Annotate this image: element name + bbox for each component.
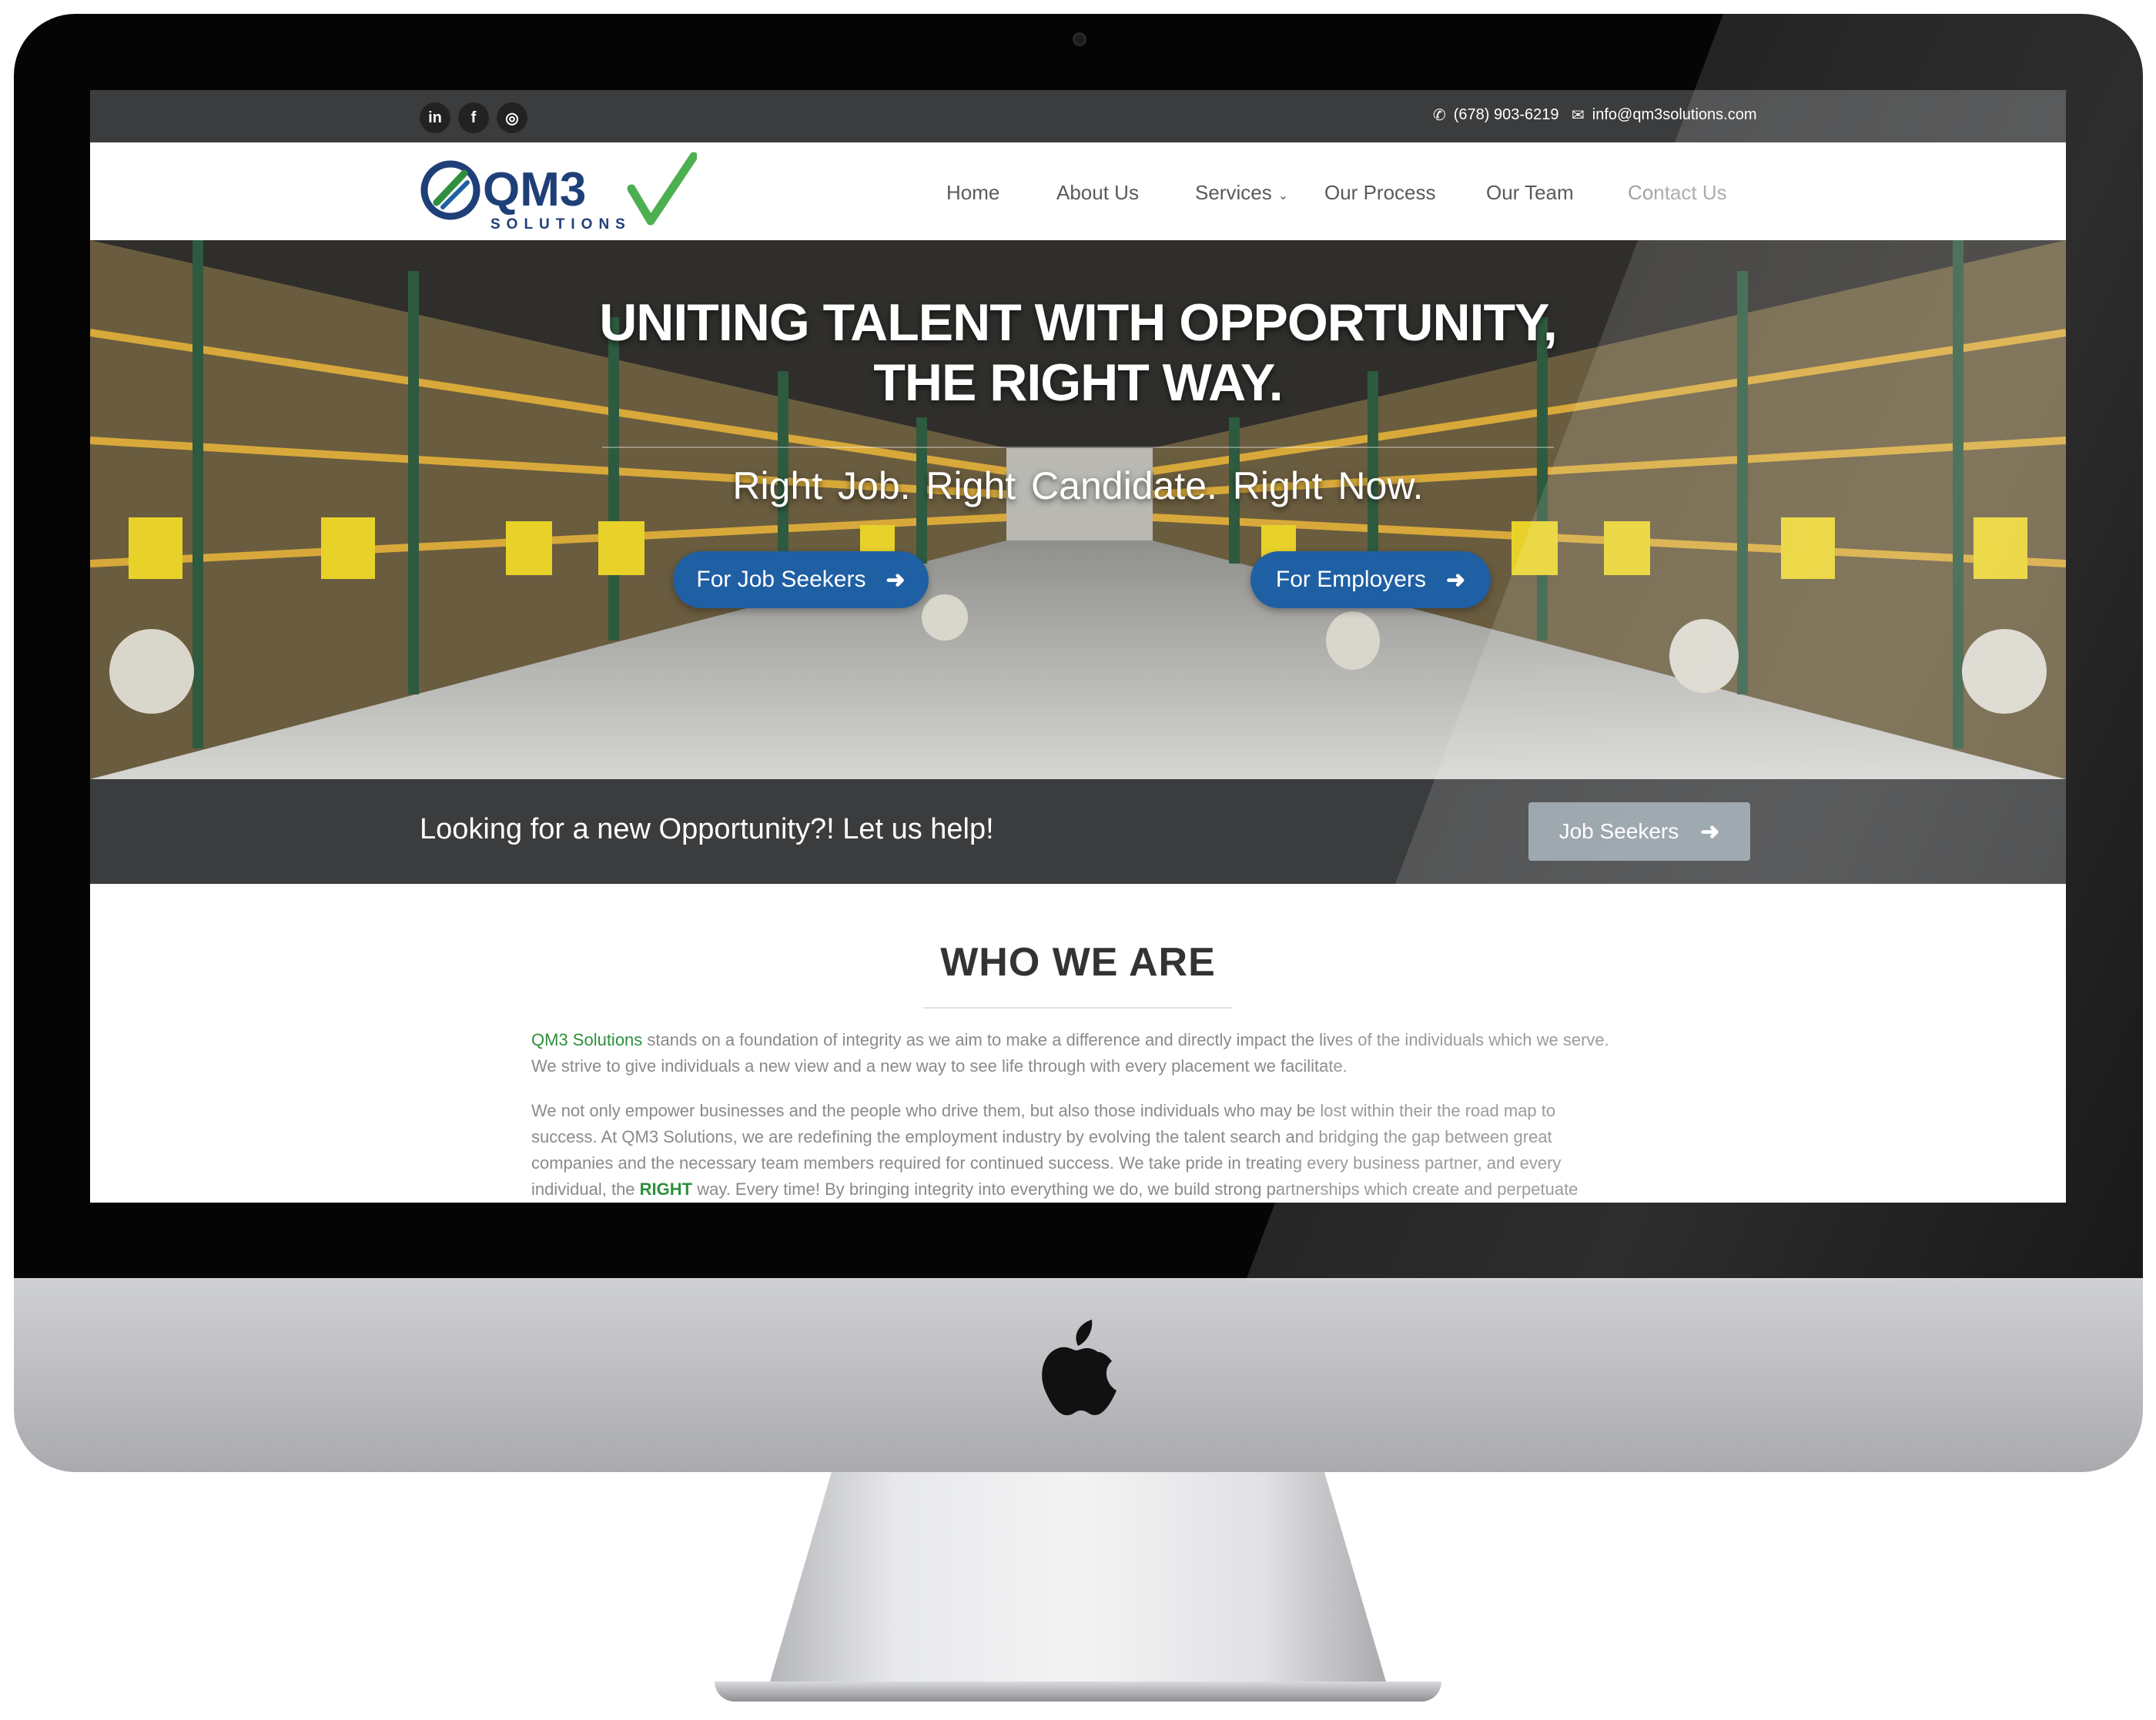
- svg-text:QM3: QM3: [483, 163, 586, 216]
- for-employers-label: For Employers: [1275, 567, 1426, 592]
- who-we-are-heading: WHO WE ARE: [940, 940, 1216, 985]
- hero-divider: [602, 447, 1554, 448]
- qm3-logo[interactable]: QM3 SOLUTIONS: [420, 152, 697, 233]
- who-we-are-section: WHO WE ARE QM3 Solutions stands on a fou…: [90, 884, 2066, 1203]
- arrow-right-icon: ➜: [1445, 567, 1466, 593]
- phone-number: (678) 903-6219: [1453, 106, 1559, 123]
- hero-headline: UNITING TALENT WITH OPPORTUNITY, THE RIG…: [385, 293, 1771, 413]
- email-link[interactable]: ✉ info@qm3solutions.com: [1572, 105, 1757, 125]
- hero-headline-line2: THE RIGHT WAY.: [873, 353, 1283, 412]
- cta-band: Looking for a new Opportunity?! Let us h…: [90, 779, 2066, 884]
- right-emphasis: RIGHT: [639, 1180, 693, 1199]
- phone-link[interactable]: ✆ (678) 903-6219: [1433, 105, 1559, 125]
- nav-about-us[interactable]: About Us: [1056, 181, 1139, 205]
- svg-text:SOLUTIONS: SOLUTIONS: [490, 216, 631, 233]
- for-employers-button[interactable]: For Employers ➜: [1250, 551, 1491, 608]
- hero-subheadline: Right Job. Right Candidate. Right Now.: [732, 464, 1424, 507]
- paragraph-1-text: stands on a foundation of integrity as w…: [531, 1030, 1609, 1076]
- cta-text: Looking for a new Opportunity?! Let us h…: [420, 813, 994, 845]
- instagram-icon[interactable]: ◎: [497, 102, 527, 133]
- imac-stand: [770, 1472, 1386, 1700]
- linkedin-icon[interactable]: in: [420, 102, 450, 133]
- for-job-seekers-button[interactable]: For Job Seekers ➜: [673, 551, 929, 608]
- top-contact-bar: in f ◎ ✆ (678) 903-6219 ✉ info@qm3soluti…: [90, 90, 2066, 142]
- hero-banner: UNITING TALENT WITH OPPORTUNITY, THE RIG…: [90, 240, 2066, 779]
- nav-our-team[interactable]: Our Team: [1486, 181, 1574, 205]
- apple-logo-icon: [1042, 1320, 1116, 1416]
- nav-services[interactable]: Services ⌄: [1195, 181, 1288, 205]
- brand-link[interactable]: QM3 Solutions: [531, 1030, 642, 1049]
- facebook-icon[interactable]: f: [458, 102, 489, 133]
- camera-icon: [1073, 32, 1086, 46]
- paragraph-2-text-end: way. Every time! By bringing integrity i…: [692, 1180, 1578, 1199]
- nav-our-process[interactable]: Our Process: [1324, 181, 1436, 205]
- envelope-icon: ✉: [1572, 107, 1585, 124]
- arrow-right-icon: ➜: [1700, 818, 1720, 845]
- site-header: QM3 SOLUTIONS Home About Us Services ⌄ Ou…: [90, 142, 2066, 240]
- section-divider: [923, 1007, 1233, 1009]
- email-address: info@qm3solutions.com: [1592, 106, 1757, 123]
- website-screen: in f ◎ ✆ (678) 903-6219 ✉ info@qm3soluti…: [90, 90, 2066, 1203]
- job-seekers-label: Job Seekers: [1558, 819, 1679, 843]
- nav-contact-us[interactable]: Contact Us: [1628, 181, 1727, 205]
- who-paragraph-2: We not only empower businesses and the p…: [531, 1098, 1625, 1203]
- nav-home[interactable]: Home: [946, 181, 999, 205]
- nav-services-label: Services: [1195, 181, 1272, 204]
- hero-headline-line1: UNITING TALENT WITH OPPORTUNITY,: [599, 293, 1558, 352]
- imac-stand-foot: [715, 1682, 1441, 1702]
- for-job-seekers-label: For Job Seekers: [696, 567, 866, 592]
- phone-icon: ✆: [1433, 107, 1446, 124]
- who-paragraph-1: QM3 Solutions stands on a foundation of …: [531, 1027, 1625, 1079]
- chevron-down-icon: ⌄: [1277, 189, 1289, 202]
- arrow-right-icon: ➜: [886, 567, 906, 593]
- job-seekers-button[interactable]: Job Seekers ➜: [1528, 802, 1750, 861]
